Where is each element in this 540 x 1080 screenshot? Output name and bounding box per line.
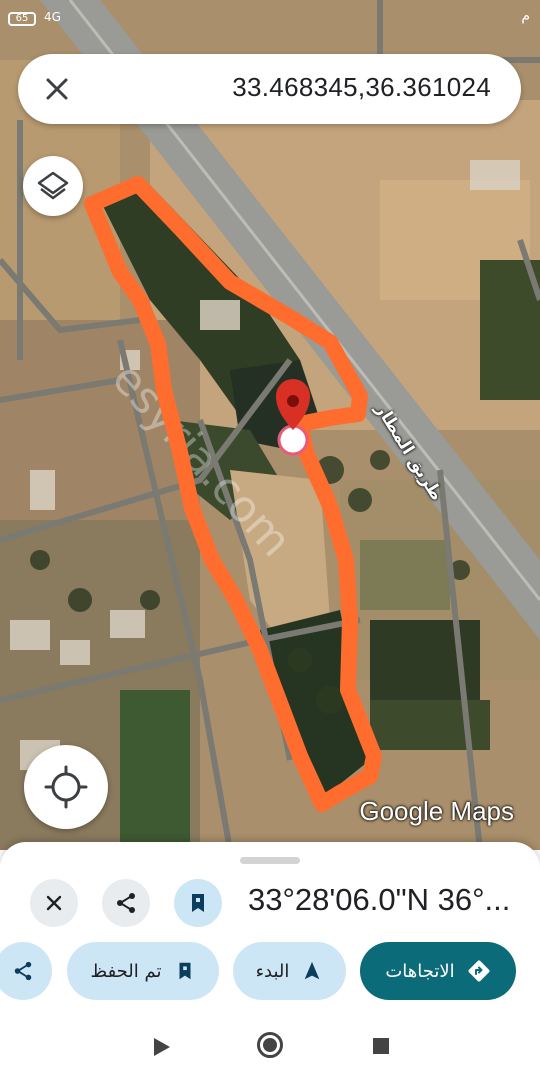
share-button[interactable] [102,879,150,927]
layers-button[interactable] [23,156,83,216]
navigation-arrow-icon [305,961,320,980]
directions-label: الاتجاهات [385,960,455,982]
close-icon[interactable] [40,72,74,106]
close-place-button[interactable] [30,879,78,927]
bookmark-icon [179,962,190,980]
google-maps-attribution: Google Maps [359,796,514,826]
recent-apps-icon[interactable] [373,1038,389,1054]
back-icon[interactable] [152,1036,172,1058]
my-location-button[interactable] [24,745,108,829]
location-pin-icon[interactable] [0,0,540,850]
saved-bookmark-button[interactable] [174,879,222,927]
directions-button[interactable]: الاتجاهات [360,942,516,1000]
search-query[interactable]: 33.468345,36.361024 [232,72,491,103]
home-icon[interactable] [257,1032,283,1058]
satellite-map[interactable]: esyria.com طريق المطار Google Maps [0,0,540,850]
drag-handle[interactable] [240,857,300,864]
start-navigation-chip[interactable]: البدء [233,942,346,1000]
place-bottom-sheet[interactable]: 33°28'06.0"N 36°... تم الحفظ البدء الاتج… [0,842,540,1010]
share-icon [117,893,135,913]
bookmark-icon [192,894,204,912]
status-bar: 65 4G م [0,0,540,36]
battery-indicator: 65 [8,12,36,26]
saved-label: تم الحفظ [90,960,162,982]
close-icon [46,895,62,911]
coordinates-dms: 33°28'06.0"N 36°... [248,882,511,917]
saved-chip[interactable]: تم الحفظ [67,942,219,1000]
directions-icon [468,960,490,982]
system-navigation-bar [0,1010,540,1080]
crosshair-icon [44,765,88,809]
signal-indicator: 4G [44,10,61,24]
status-right-text: م [521,8,530,24]
search-bar[interactable]: 33.468345,36.361024 [18,54,521,124]
start-label: البدء [255,960,290,982]
share-chip[interactable] [0,942,52,1000]
layers-icon [37,171,69,200]
share-icon [14,961,32,981]
